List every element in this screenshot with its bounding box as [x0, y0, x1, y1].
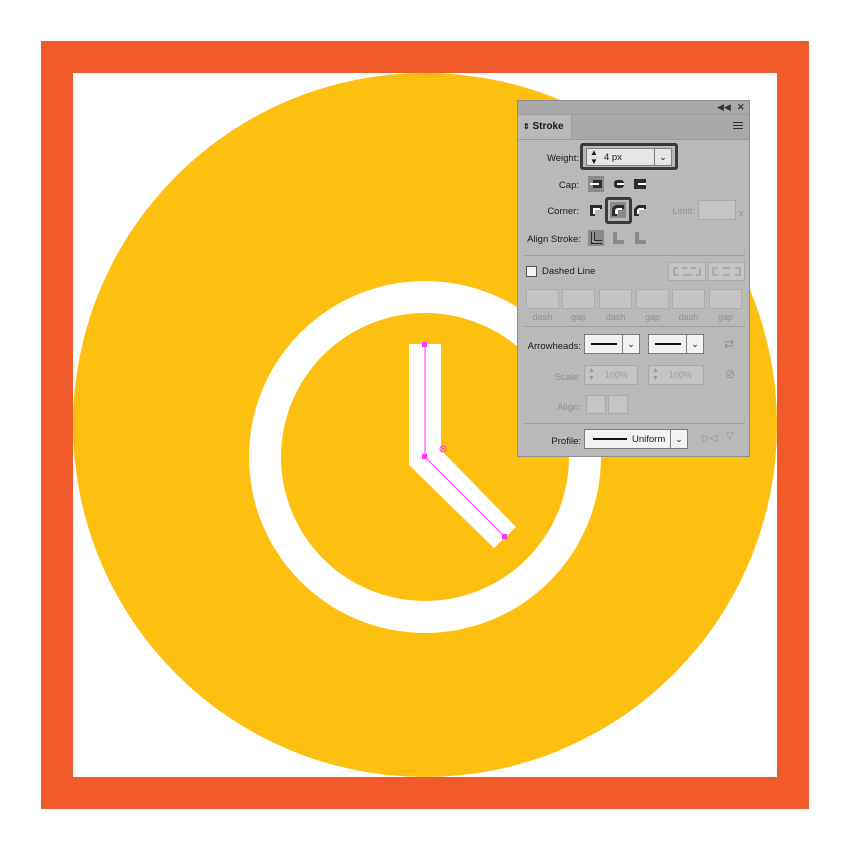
round-cap-icon [614, 180, 624, 188]
gap-label-1: gap [570, 312, 587, 322]
align-arrow-label: Align: [557, 402, 581, 413]
panel-tab-row: ⇕ Stroke [518, 115, 749, 140]
chevron-down-icon[interactable]: ⌄ [622, 335, 639, 353]
corner-label: Corner: [547, 206, 579, 217]
chevron-down-icon[interactable]: ⌄ [686, 335, 703, 353]
stepper-icon: ▲ ▼ [588, 367, 595, 382]
weight-label: Weight: [546, 153, 579, 164]
gap-field-2[interactable] [636, 289, 669, 309]
link-scale-icon[interactable]: ⊘ [725, 367, 735, 381]
corner-miter-button[interactable] [588, 202, 604, 218]
dash-field-1[interactable] [526, 289, 559, 309]
flip-across-icon[interactable]: ▽ [726, 431, 734, 442]
align-inside-button[interactable] [610, 230, 626, 246]
dash-label-3: dash [678, 312, 699, 322]
cap-round-button[interactable] [610, 176, 626, 192]
panel-title-bar[interactable]: ◀◀ ✕ [518, 101, 749, 115]
corner-highlight [605, 197, 632, 224]
dash-align-corners-button[interactable] [708, 262, 745, 281]
profile-label: Profile: [551, 436, 581, 447]
align-center-button[interactable] [588, 230, 604, 246]
line-preview-icon [655, 343, 681, 345]
align-center-icon [591, 232, 602, 244]
stepper-icon: ▲ ▼ [652, 367, 659, 382]
collapse-icon[interactable]: ◀◀ [717, 101, 731, 114]
corner-bevel-button[interactable] [632, 202, 648, 218]
anchor-point-end[interactable] [502, 534, 507, 539]
dash-label-2: dash [605, 312, 626, 322]
separator [524, 423, 745, 424]
separator [524, 255, 745, 256]
stroke-panel: ◀◀ ✕ ⇕ Stroke Weight: ▲ ▼ 4 px ⌄ Cap: Cor… [517, 100, 750, 457]
anchor-point-corner[interactable] [422, 454, 427, 459]
anchor-point-top[interactable] [422, 342, 427, 347]
line-preview-icon [591, 343, 617, 345]
limit-field[interactable] [698, 200, 736, 220]
close-icon[interactable]: ✕ [737, 101, 745, 114]
separator [524, 326, 745, 327]
gap-label-3: gap [717, 312, 734, 322]
end-scale-value: 100% [669, 370, 693, 380]
arrow-tip-extends-button[interactable] [586, 395, 606, 414]
end-arrowhead-dropdown[interactable]: ⌄ [648, 334, 704, 354]
bevel-join-icon [634, 205, 646, 216]
align-outside-icon [635, 232, 646, 244]
panel-menu-icon[interactable] [733, 122, 743, 131]
swap-arrowheads-icon[interactable]: ⇄ [724, 337, 734, 351]
dash-label-1: dash [532, 312, 553, 322]
projecting-cap-icon [634, 179, 646, 189]
dash-preserve-button[interactable] [668, 262, 706, 281]
dash-field-2[interactable] [599, 289, 632, 309]
dash-preserve-icon [673, 267, 701, 276]
profile-value[interactable]: Uniform [632, 434, 665, 445]
start-scale-value: 100% [605, 370, 629, 380]
corner-widget-dot [442, 448, 444, 450]
dashed-line-label: Dashed Line [542, 266, 596, 277]
align-inside-icon [613, 232, 624, 244]
end-scale-field[interactable]: ▲ ▼ 100% [648, 365, 704, 385]
limit-suffix: x [739, 208, 744, 219]
miter-join-icon [590, 205, 602, 216]
start-arrowhead-dropdown[interactable]: ⌄ [584, 334, 640, 354]
scale-label: Scale: [554, 372, 581, 383]
gap-field-1[interactable] [562, 289, 595, 309]
dash-align-icon [712, 267, 741, 276]
start-scale-field[interactable]: ▲ ▼ 100% [584, 365, 638, 385]
cap-butt-button[interactable] [588, 176, 604, 192]
align-stroke-label: Align Stroke: [527, 234, 581, 245]
butt-cap-icon [590, 180, 602, 188]
cap-label: Cap: [558, 180, 579, 191]
chevron-down-icon[interactable]: ⌄ [670, 430, 687, 448]
arrow-tip-at-end-button[interactable] [608, 395, 628, 414]
limit-label: Limit: [672, 206, 695, 217]
arrowheads-label: Arrowheads: [527, 341, 581, 352]
profile-dropdown[interactable]: Uniform ⌄ [584, 429, 688, 449]
dashed-line-checkbox[interactable] [526, 266, 537, 277]
cap-projecting-button[interactable] [632, 176, 648, 192]
gap-field-3[interactable] [709, 289, 742, 309]
tab-arrows-icon: ⇕ [523, 122, 530, 131]
dash-field-3[interactable] [672, 289, 705, 309]
tab-stroke[interactable]: ⇕ Stroke [518, 115, 572, 139]
flip-along-icon[interactable]: ▷◁ [702, 433, 717, 444]
align-outside-button[interactable] [632, 230, 648, 246]
profile-preview-icon [593, 438, 627, 440]
gap-label-2: gap [644, 312, 661, 322]
weight-highlight [580, 143, 678, 170]
